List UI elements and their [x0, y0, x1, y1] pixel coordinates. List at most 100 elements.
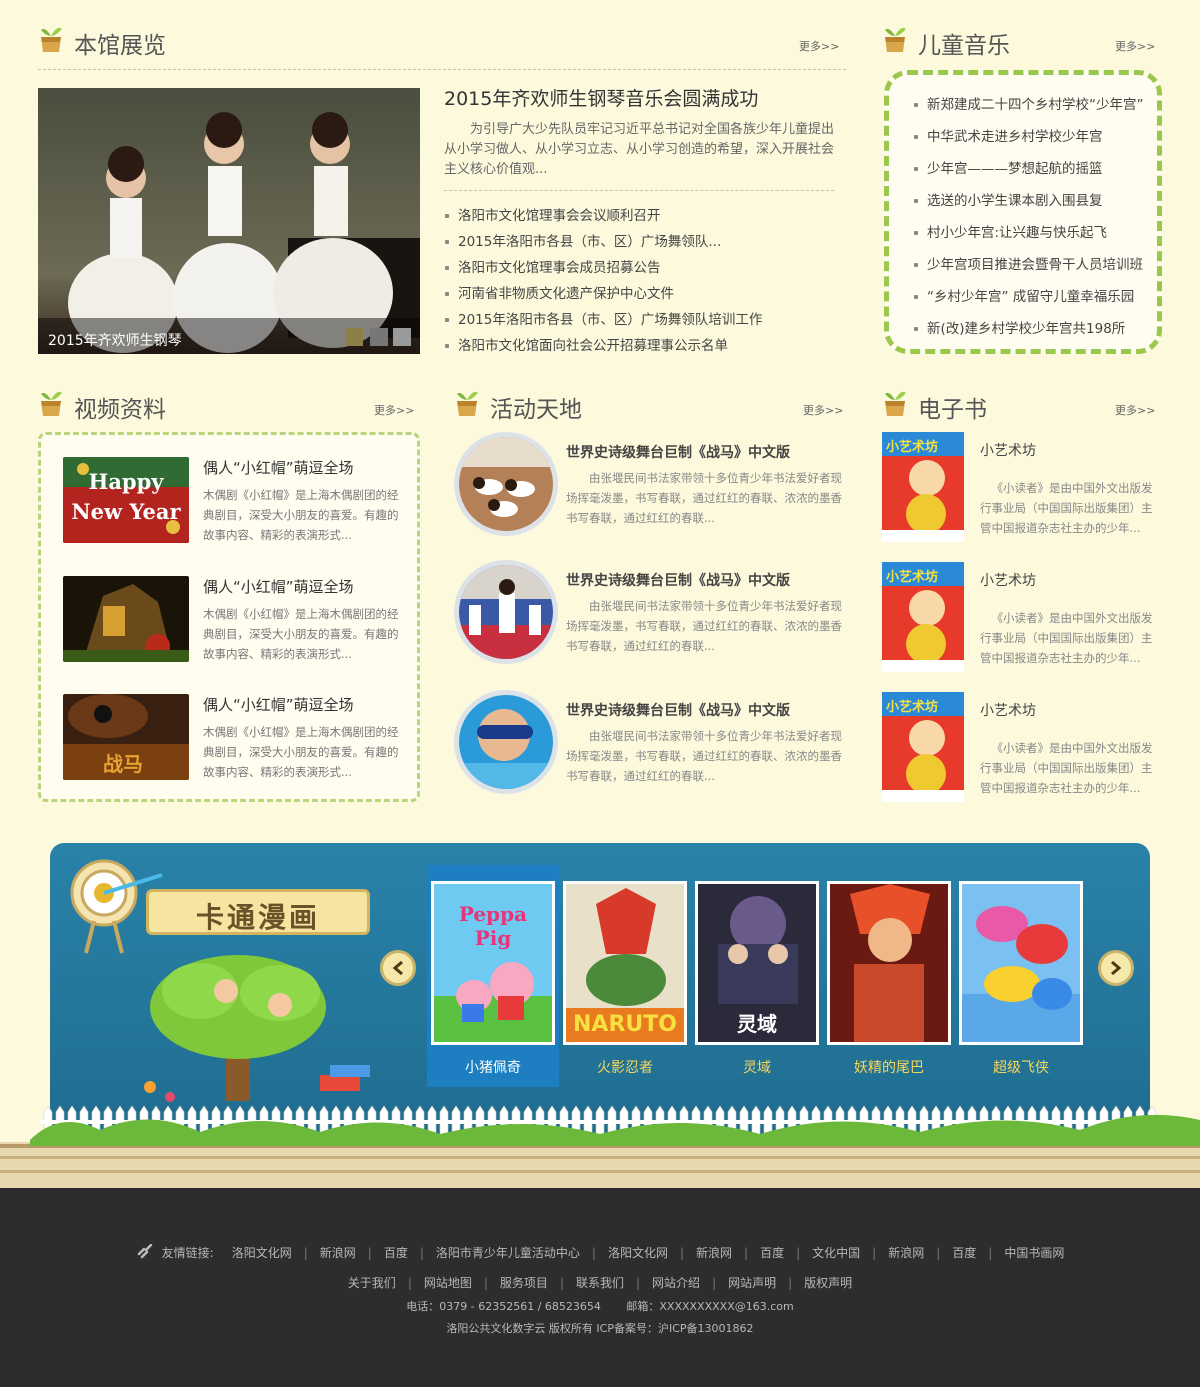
- ebook-item[interactable]: 小艺术坊 小艺术坊 《小读者》是由中国外文出版发行事业局（中国国际出版集团）主管…: [882, 692, 1164, 804]
- gallery-headline[interactable]: 2015年齐欢师生钢琴音乐会圆满成功: [444, 84, 758, 111]
- activity-photo: [454, 432, 558, 536]
- footer-nav-link[interactable]: 联系我们: [576, 1276, 624, 1290]
- news-item[interactable]: 洛阳市文化馆理事会会议顺利召开: [444, 203, 762, 229]
- activity-item[interactable]: 世界史诗级舞台巨制《战马》中文版 由张堰民间书法家带领十多位青少年书法爱好者现场…: [454, 432, 849, 542]
- video-item-title: 偶人“小红帽”萌逗全场: [203, 459, 354, 477]
- friend-link[interactable]: 文化中国: [812, 1246, 860, 1260]
- music-item[interactable]: 选送的小学生课本剧入围县复: [913, 185, 1157, 217]
- ebook-item-title: 小艺术坊: [980, 703, 1036, 719]
- activity-photo: [454, 690, 558, 794]
- friend-link[interactable]: 新浪网: [888, 1246, 924, 1260]
- activity-item-desc: 由张堰民间书法家带领十多位青少年书法爱好者现场挥毫泼墨，书写春联，通过红红的春联…: [566, 729, 842, 783]
- cartoon-next-button[interactable]: [1098, 950, 1134, 986]
- friend-link[interactable]: 百度: [384, 1246, 408, 1260]
- music-item[interactable]: 少年宫项目推进会暨骨干人员培训班: [913, 249, 1157, 281]
- music-item[interactable]: 新郑建成二十四个乡村学校“少年宫”: [913, 89, 1157, 121]
- news-item[interactable]: 洛阳市文化馆面向社会公开招募理事公示名单: [444, 333, 762, 359]
- news-item[interactable]: 2015年洛阳市各县（市、区）广场舞领队培训工作: [444, 307, 762, 333]
- ebook-cover: 小艺术坊: [882, 562, 964, 672]
- cartoon-card-name: 小猪佩奇: [465, 1060, 521, 1076]
- gallery-title: 本馆展览: [74, 33, 166, 59]
- activity-more-link[interactable]: 更多>>: [803, 402, 843, 418]
- news-item[interactable]: 洛阳市文化馆理事会成员招募公告: [444, 255, 762, 281]
- cartoon-poster: [827, 881, 951, 1045]
- video-item[interactable]: Happy New Year 偶人“小红帽”萌逗全场 木偶剧《小红帽》是上海木偶…: [63, 457, 403, 547]
- friend-link[interactable]: 新浪网: [320, 1246, 356, 1260]
- cartoon-poster-text: NARUTO: [573, 1012, 677, 1037]
- music-item[interactable]: 新(改)建乡村学校少年宫共198所: [913, 313, 1157, 345]
- video-thumb-text: 战马: [103, 752, 143, 776]
- news-item[interactable]: 2015年洛阳市各县（市、区）广场舞领队...: [444, 229, 762, 255]
- footer-nav-link[interactable]: 服务项目: [500, 1276, 548, 1290]
- video-more-link[interactable]: 更多>>: [374, 402, 414, 418]
- ebook-header: 电子书 更多>>: [882, 388, 1162, 428]
- friend-link[interactable]: 洛阳文化网: [608, 1246, 668, 1260]
- friend-link[interactable]: 百度: [760, 1246, 784, 1260]
- cartoon-card[interactable]: 灵域 灵域: [691, 865, 823, 1087]
- cartoon-card[interactable]: 妖精的尾巴: [823, 865, 955, 1087]
- activity-item-title: 世界史诗级舞台巨制《战马》中文版: [566, 703, 790, 719]
- cartoon-card[interactable]: NARUTO 火影忍者: [559, 865, 691, 1087]
- video-item-desc: 木偶剧《小红帽》是上海木偶剧团的经典剧目，深受大小朋友的喜爱。有趣的故事内容、精…: [203, 607, 399, 661]
- video-item-desc: 木偶剧《小红帽》是上海木偶剧团的经典剧目，深受大小朋友的喜爱。有趣的故事内容、精…: [203, 725, 399, 779]
- cartoon-title: 卡通漫画: [195, 901, 320, 934]
- cartoon-prev-button[interactable]: [380, 950, 416, 986]
- video-item[interactable]: 偶人“小红帽”萌逗全场 木偶剧《小红帽》是上海木偶剧团的经典剧目，深受大小朋友的…: [63, 576, 403, 666]
- footer-nav-link[interactable]: 网站声明: [728, 1276, 776, 1290]
- gallery-header: 本馆展览 更多>>: [38, 24, 846, 64]
- video-item[interactable]: 战马 偶人“小红帽”萌逗全场 木偶剧《小红帽》是上海木偶剧团的经典剧目，深受大小…: [63, 694, 403, 784]
- music-item[interactable]: 村小少年宫:让兴趣与快乐起飞: [913, 217, 1157, 249]
- music-more-link[interactable]: 更多>>: [1115, 38, 1155, 54]
- slide-dot-3[interactable]: [393, 328, 411, 346]
- footer-nav-link[interactable]: 网站地图: [424, 1276, 472, 1290]
- ebook-item[interactable]: 小艺术坊 小艺术坊 《小读者》是由中国外文出版发行事业局（中国国际出版集团）主管…: [882, 562, 1164, 674]
- ebook-more-link[interactable]: 更多>>: [1115, 402, 1155, 418]
- friend-link[interactable]: 洛阳文化网: [232, 1246, 292, 1260]
- music-title: 儿童音乐: [918, 33, 1010, 59]
- friend-links-row: 友情链接: 洛阳文化网 | 新浪网 | 百度 | 洛阳市青少年儿童活动中心 | 洛阳文化网 | 新浪网…: [0, 1243, 1200, 1261]
- video-item-title: 偶人“小红帽”萌逗全场: [203, 578, 354, 596]
- gallery-divider: [38, 69, 846, 70]
- ebook-cover: 小艺术坊: [882, 432, 964, 542]
- friend-link[interactable]: 洛阳市青少年儿童活动中心: [436, 1246, 580, 1260]
- friend-links-label: 友情链接:: [161, 1246, 214, 1260]
- video-item-title: 偶人“小红帽”萌逗全场: [203, 696, 354, 714]
- slide-dot-2[interactable]: [370, 328, 388, 346]
- music-item[interactable]: 少年宫———梦想起航的摇篮: [913, 153, 1157, 185]
- video-thumbnail: [63, 576, 189, 662]
- news-item[interactable]: 河南省非物质文化遗产保护中心文件: [444, 281, 762, 307]
- activity-photo: [454, 560, 558, 664]
- footer-copyright: 洛阳公共文化数字云 版权所有 ICP备案号：沪ICP备13001862: [446, 1322, 754, 1335]
- music-item[interactable]: 中华武术走进乡村学校少年宫: [913, 121, 1157, 153]
- footer-nav-link[interactable]: 版权声明: [804, 1276, 852, 1290]
- video-title: 视频资料: [74, 397, 166, 423]
- gallery-more-link[interactable]: 更多>>: [799, 38, 839, 54]
- slide-dot-1[interactable]: [345, 328, 363, 346]
- cartoon-card[interactable]: Peppa Pig 小猪佩奇: [427, 865, 559, 1087]
- gallery-slideshow[interactable]: 2015年齐欢师生钢琴: [38, 88, 420, 354]
- activity-item[interactable]: 世界史诗级舞台巨制《战马》中文版 由张堰民间书法家带领十多位青少年书法爱好者现场…: [454, 690, 849, 800]
- activity-item[interactable]: 世界史诗级舞台巨制《战马》中文版 由张堰民间书法家带领十多位青少年书法爱好者现场…: [454, 560, 849, 670]
- ebook-cover-text: 小艺术坊: [886, 570, 939, 585]
- music-list: 新郑建成二十四个乡村学校“少年宫” 中华武术走进乡村学校少年宫 少年宫———梦想…: [889, 75, 1157, 345]
- footer-contact: 电话：0379 - 62352561 / 68523654 邮箱：XXXXXXX…: [406, 1300, 794, 1313]
- seedling-icon: [457, 391, 478, 416]
- footer-nav-row: 关于我们 | 网站地图 | 服务项目 | 联系我们 | 网站介绍 | 网站声明 | 版权声明: [347, 1276, 853, 1290]
- ebook-item[interactable]: 小艺术坊 小艺术坊 《小读者》是由中国外文出版发行事业局（中国国际出版集团）主管…: [882, 432, 1164, 544]
- music-item[interactable]: “乡村少年宫” 成留守儿童幸福乐园: [913, 281, 1157, 313]
- friend-link[interactable]: 中国书画网: [1004, 1246, 1064, 1260]
- fence-grass-decoration: [0, 1105, 1200, 1188]
- activity-item-desc: 由张堰民间书法家带领十多位青少年书法爱好者现场挥毫泼墨，书写春联，通过红红的春联…: [566, 599, 842, 653]
- video-list-box: Happy New Year 偶人“小红帽”萌逗全场 木偶剧《小红帽》是上海木偶…: [38, 432, 420, 802]
- friend-link[interactable]: 新浪网: [696, 1246, 732, 1260]
- activity-item-title: 世界史诗级舞台巨制《战马》中文版: [566, 573, 790, 589]
- cartoon-poster-text: 灵域: [737, 1012, 777, 1036]
- cartoon-poster-text: Peppa Pig: [458, 902, 528, 950]
- cartoon-card[interactable]: 超级飞侠: [955, 865, 1087, 1087]
- slideshow-caption: 2015年齐欢师生钢琴: [48, 333, 182, 349]
- cartoon-title-banner: 卡通漫画: [146, 889, 370, 935]
- footer-nav-link[interactable]: 关于我们: [348, 1276, 396, 1290]
- friend-link[interactable]: 百度: [952, 1246, 976, 1260]
- footer-nav-link[interactable]: 网站介绍: [652, 1276, 700, 1290]
- ebook-item-title: 小艺术坊: [980, 443, 1036, 459]
